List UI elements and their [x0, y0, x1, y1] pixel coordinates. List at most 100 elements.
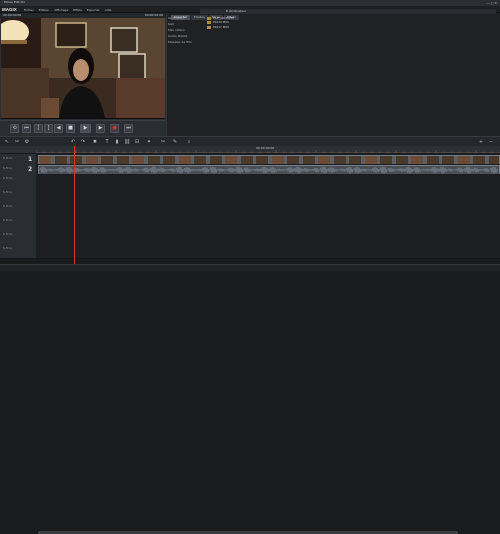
cut-icon[interactable]: ✂ — [14, 139, 20, 145]
track-header[interactable]: S M ⊡ — [0, 230, 36, 245]
clip-thumbnail — [427, 156, 439, 164]
track-controls-icon[interactable]: S M ⊡ — [3, 176, 12, 180]
video-frame — [1, 18, 165, 118]
end-icon[interactable]: ⏭ — [124, 124, 133, 133]
mouse-mode-icon[interactable]: ↖ — [4, 139, 10, 145]
track-controls-icon[interactable]: S M ⊡ — [3, 232, 12, 236]
start-icon[interactable]: ⏮ — [22, 124, 31, 133]
play-icon[interactable]: ▶ — [80, 124, 91, 133]
clip-thumbnail — [117, 156, 129, 164]
file-name: P1010.MOV — [213, 21, 229, 24]
clip-thumbnail — [365, 156, 377, 164]
track-header[interactable]: S M ⊡ — [0, 216, 36, 231]
track-controls-icon[interactable]: S M ⊡ — [3, 190, 12, 194]
clip-thumbnail — [396, 156, 408, 164]
track-header[interactable]: S M ⊡ — [0, 188, 36, 203]
track-controls-icon[interactable]: S M ⊡ — [3, 166, 12, 170]
file-list: FILE_ARCHIVESP1010.MOVP1017.MOV — [207, 16, 234, 30]
sidebar-item[interactable]: Modèles de film — [168, 39, 204, 45]
zoom-out-icon[interactable]: − — [488, 139, 494, 145]
clip-thumbnail — [132, 156, 144, 164]
track-header[interactable]: S M ⊡ — [0, 202, 36, 217]
clip-thumbnail — [256, 156, 268, 164]
window-controls[interactable]: — ▢ ✕ — [487, 1, 497, 5]
menu-item[interactable]: Fichier — [24, 8, 34, 12]
clip-thumbnail — [458, 156, 470, 164]
effects-icon[interactable]: ✦ — [146, 139, 152, 145]
video-file-icon — [207, 21, 211, 24]
path-text: E:\Ordinateur — [226, 10, 246, 13]
track-header[interactable]: S M ⊡ — [0, 244, 36, 259]
clip-thumbnail — [241, 156, 253, 164]
track-controls-icon[interactable]: S M ⊡ — [3, 204, 12, 208]
menu-item[interactable]: Affichage — [54, 8, 68, 12]
clip-thumbnail — [411, 156, 423, 164]
stop-icon[interactable]: ■ — [66, 124, 75, 133]
path-bar[interactable]: E:\Ordinateur — [200, 9, 496, 14]
clip-thumbnail — [163, 156, 175, 164]
track-header[interactable]: S M ⊡ — [0, 174, 36, 189]
title-icon[interactable]: T — [104, 139, 110, 145]
timeline-corner — [0, 146, 36, 153]
clip-thumbnail — [70, 156, 82, 164]
clip-thumbnail — [148, 156, 160, 164]
preview-timecode-right: 00:00:00:00 — [145, 14, 163, 17]
clip-thumbnail — [39, 156, 51, 164]
track-lane[interactable] — [36, 216, 500, 231]
next-icon[interactable]: ▶ — [96, 124, 105, 133]
clip-thumbnail — [287, 156, 299, 164]
clip-thumbnail — [86, 156, 98, 164]
prev-icon[interactable]: ◀ — [54, 124, 63, 133]
mark-in-icon[interactable]: [ — [34, 124, 43, 133]
clip-thumbnail — [380, 156, 392, 164]
delete-icon[interactable]: ✖ — [92, 139, 98, 145]
loop-icon[interactable]: ⟲ — [10, 124, 19, 133]
link-icon[interactable]: ⛓ — [124, 139, 130, 145]
menu-item[interactable]: Exporter — [87, 8, 100, 12]
group-icon[interactable]: ⊟ — [134, 139, 140, 145]
menu-item[interactable]: Effets — [73, 8, 82, 12]
zoom-in-icon[interactable]: + — [478, 139, 484, 145]
clip-thumbnail — [272, 156, 284, 164]
transport-controls: ⟲⏮[]◀■ ▶ ▶ ● ⏭ — [0, 120, 166, 136]
track-lane[interactable] — [36, 174, 500, 189]
clip-thumbnail — [225, 156, 237, 164]
marker-icon[interactable]: ▮ — [114, 139, 120, 145]
track-controls-icon[interactable]: S M ⊡ — [3, 156, 12, 160]
folder-icon — [207, 17, 211, 20]
track-lane[interactable] — [36, 188, 500, 203]
video-file-icon — [207, 26, 211, 29]
time-ruler[interactable]: 00:00:00:00 — [36, 146, 500, 153]
clip-thumbnail — [55, 156, 67, 164]
track-number: 2 — [28, 166, 32, 173]
settings-icon[interactable]: ⚙ — [24, 139, 30, 145]
track-lane[interactable] — [36, 202, 500, 217]
zoom-icon[interactable]: ⌕ — [186, 139, 192, 145]
redo-icon[interactable]: ↷ — [80, 139, 86, 145]
mark-out-icon[interactable]: ] — [44, 124, 53, 133]
pen-icon[interactable]: ✎ — [172, 139, 178, 145]
window-title: Movie Edit Pro — [4, 1, 25, 4]
clip-thumbnail — [101, 156, 113, 164]
scissors-icon[interactable]: ✂ — [160, 139, 166, 145]
undo-icon[interactable]: ↶ — [70, 139, 76, 145]
timeline-toolbar: ↖ ✂ ⚙ ↶ ↷ ✖ T ▮ ⛓ ⊟ ✦ ✂ ✎ ⌕ + − — [0, 136, 500, 146]
clip-thumbnail — [442, 156, 454, 164]
playhead[interactable] — [74, 146, 75, 264]
clip-thumbnail — [318, 156, 330, 164]
track-lane[interactable] — [36, 244, 500, 259]
clip-thumbnail — [334, 156, 346, 164]
menu-item[interactable]: Aide — [105, 8, 112, 12]
menu-item[interactable]: Edition — [39, 8, 49, 12]
clip-thumbnail — [194, 156, 206, 164]
track-controls-icon[interactable]: S M ⊡ — [3, 246, 12, 250]
track-lane[interactable] — [36, 230, 500, 245]
track-number: 1 — [28, 156, 32, 163]
file-item[interactable]: P1017.MOV — [207, 25, 234, 30]
record-icon[interactable]: ● — [110, 124, 119, 133]
clip-thumbnail — [303, 156, 315, 164]
clip-thumbnail — [489, 156, 500, 164]
clip-thumbnail — [473, 156, 485, 164]
track-controls-icon[interactable]: S M ⊡ — [3, 218, 12, 222]
file-name: FILE_ARCHIVES — [213, 17, 234, 20]
